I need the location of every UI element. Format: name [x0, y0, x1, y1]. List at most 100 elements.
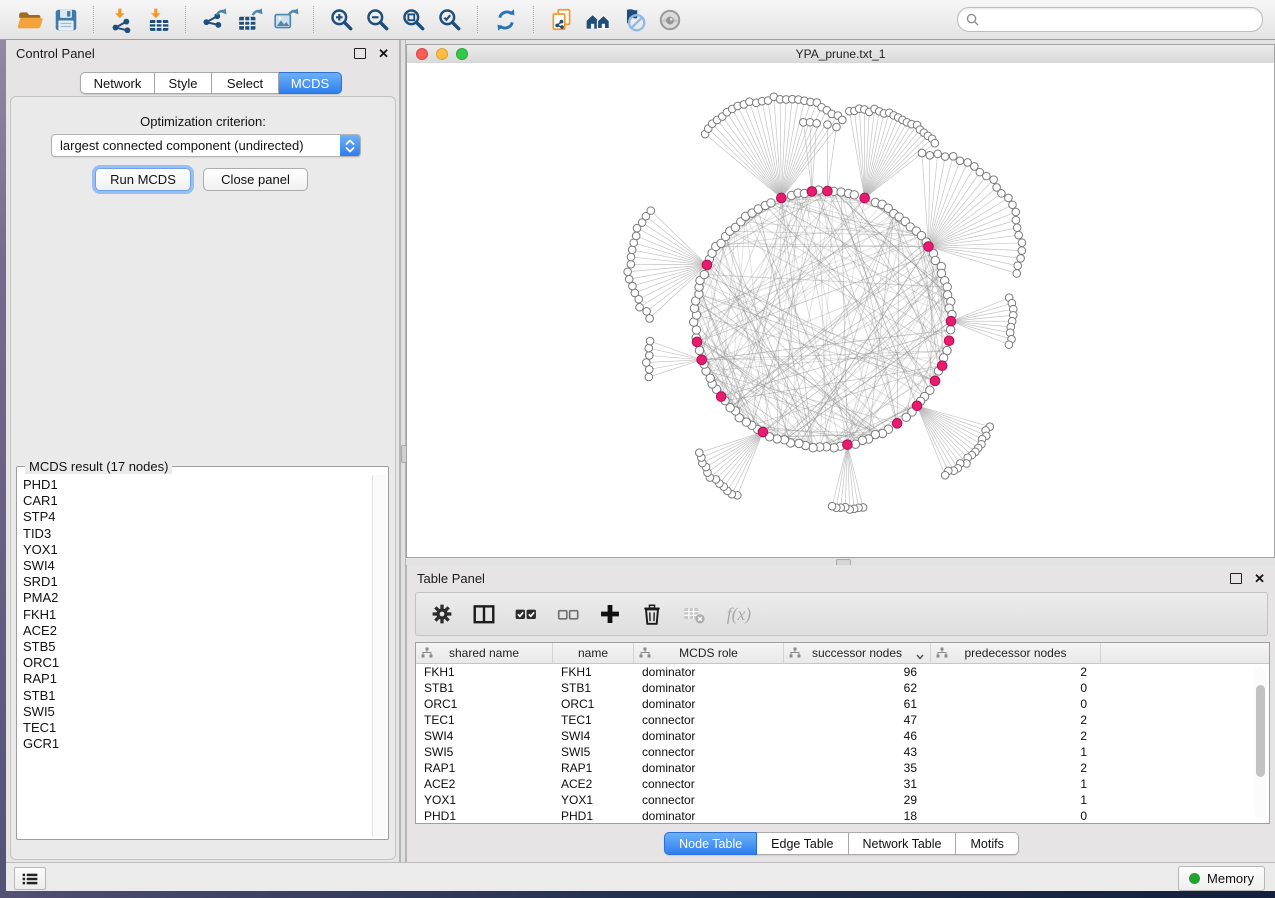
network-node[interactable]: [643, 359, 651, 367]
save-session-button[interactable]: [48, 4, 84, 36]
tab-style[interactable]: Style: [155, 72, 212, 94]
network-node[interactable]: [943, 283, 951, 291]
table-scrollbar[interactable]: [1254, 667, 1266, 819]
dominator-node[interactable]: [924, 242, 934, 252]
first-neighbors-button[interactable]: [580, 4, 616, 36]
network-node[interactable]: [1013, 224, 1021, 232]
search-box[interactable]: [957, 7, 1263, 32]
mcds-result-item[interactable]: FKH1: [23, 607, 369, 623]
dominator-node[interactable]: [777, 193, 787, 203]
table-row[interactable]: RAP1RAP1dominator352: [416, 760, 1269, 776]
split-view-button[interactable]: [472, 597, 496, 631]
network-node[interactable]: [1018, 239, 1026, 247]
mcds-result-item[interactable]: TEC1: [23, 720, 369, 736]
minimize-window-icon[interactable]: [436, 48, 448, 60]
dominator-node[interactable]: [930, 376, 940, 386]
dominator-node[interactable]: [843, 440, 853, 450]
tab-node-table[interactable]: Node Table: [664, 832, 757, 855]
network-node[interactable]: [902, 413, 910, 421]
deselect-all-columns-button[interactable]: [556, 597, 580, 631]
dominator-node[interactable]: [912, 401, 922, 411]
dominator-node[interactable]: [892, 419, 902, 429]
network-node[interactable]: [700, 270, 708, 278]
export-image-button[interactable]: [268, 4, 304, 36]
run-mcds-button[interactable]: Run MCDS: [95, 168, 191, 191]
dominator-node[interactable]: [823, 186, 833, 196]
network-node[interactable]: [983, 172, 991, 180]
tab-select[interactable]: Select: [212, 72, 279, 94]
network-node[interactable]: [1009, 201, 1017, 209]
table-row[interactable]: PHD1PHD1dominator180: [416, 808, 1269, 824]
dominator-node[interactable]: [944, 336, 954, 346]
mcds-result-item[interactable]: CAR1: [23, 493, 369, 509]
table-row[interactable]: YOX1YOX1connector291: [416, 792, 1269, 808]
tab-network[interactable]: Network: [80, 72, 155, 94]
close-table-panel-icon[interactable]: ✕: [1254, 572, 1265, 585]
close-window-icon[interactable]: [416, 48, 428, 60]
table-row[interactable]: FKH1FKH1dominator962: [416, 664, 1269, 680]
network-canvas[interactable]: [407, 63, 1274, 557]
network-node[interactable]: [773, 435, 781, 443]
network-node[interactable]: [949, 153, 957, 161]
table-row[interactable]: SWI5SWI5connector431: [416, 744, 1269, 760]
network-node[interactable]: [1005, 194, 1013, 202]
mcds-result-item[interactable]: STB1: [23, 688, 369, 704]
network-node[interactable]: [946, 326, 954, 334]
import-table-button[interactable]: [140, 4, 176, 36]
column-header-successor-nodes[interactable]: successor nodes: [784, 643, 931, 663]
mcds-result-item[interactable]: PMA2: [23, 590, 369, 606]
network-node[interactable]: [998, 190, 1006, 198]
network-node[interactable]: [833, 123, 841, 131]
table-row[interactable]: STB1STB1dominator620: [416, 680, 1269, 696]
table-row[interactable]: TEC1TEC1connector472: [416, 712, 1269, 728]
create-column-button[interactable]: [598, 597, 622, 631]
mcds-result-item[interactable]: SWI5: [23, 704, 369, 720]
network-node[interactable]: [990, 176, 998, 184]
mcds-result-item[interactable]: SRD1: [23, 574, 369, 590]
apply-layout-button[interactable]: [488, 4, 524, 36]
mcds-result-item[interactable]: ACE2: [23, 623, 369, 639]
export-network-button[interactable]: [196, 4, 232, 36]
table-row[interactable]: ORC1ORC1dominator610: [416, 696, 1269, 712]
network-node[interactable]: [627, 253, 635, 261]
network-node[interactable]: [625, 275, 633, 283]
network-node[interactable]: [1013, 270, 1021, 278]
network-node[interactable]: [1014, 262, 1022, 270]
table-settings-button[interactable]: [430, 597, 454, 631]
network-node[interactable]: [627, 260, 635, 268]
export-table-button[interactable]: [232, 4, 268, 36]
zoom-selected-button[interactable]: [432, 4, 468, 36]
column-header-predecessor-nodes[interactable]: predecessor nodes: [931, 643, 1101, 663]
column-header-MCDS-role[interactable]: MCDS role: [634, 643, 784, 663]
network-node[interactable]: [643, 308, 651, 316]
network-node[interactable]: [1017, 255, 1025, 263]
open-file-button[interactable]: [12, 4, 48, 36]
network-window-titlebar[interactable]: YPA_prune.txt_1: [407, 45, 1274, 64]
network-node[interactable]: [838, 116, 846, 124]
network-node[interactable]: [646, 337, 654, 345]
network-node[interactable]: [1015, 231, 1023, 239]
dominator-node[interactable]: [946, 316, 956, 326]
network-node[interactable]: [941, 153, 949, 161]
network-node[interactable]: [695, 449, 703, 457]
optimization-criterion-select[interactable]: largest connected component (undirected): [51, 134, 361, 157]
network-node[interactable]: [767, 199, 775, 207]
dominator-node[interactable]: [937, 361, 947, 371]
network-node[interactable]: [1012, 208, 1020, 216]
scrollbar-thumb[interactable]: [1256, 685, 1265, 777]
mcds-list-scrollbar[interactable]: [372, 475, 386, 837]
dominator-node[interactable]: [860, 193, 870, 203]
select-all-columns-button[interactable]: [514, 597, 538, 631]
network-node[interactable]: [624, 268, 632, 276]
network-node[interactable]: [934, 150, 942, 158]
network-node[interactable]: [795, 439, 803, 447]
task-history-button[interactable]: [14, 867, 46, 890]
import-network-button[interactable]: [104, 4, 140, 36]
tab-network-table[interactable]: Network Table: [849, 832, 957, 855]
network-node[interactable]: [813, 119, 821, 127]
new-network-from-selection-button[interactable]: [544, 4, 580, 36]
network-node[interactable]: [1018, 247, 1026, 255]
dominator-node[interactable]: [758, 427, 768, 437]
zoom-in-button[interactable]: [324, 4, 360, 36]
network-node[interactable]: [918, 149, 926, 157]
